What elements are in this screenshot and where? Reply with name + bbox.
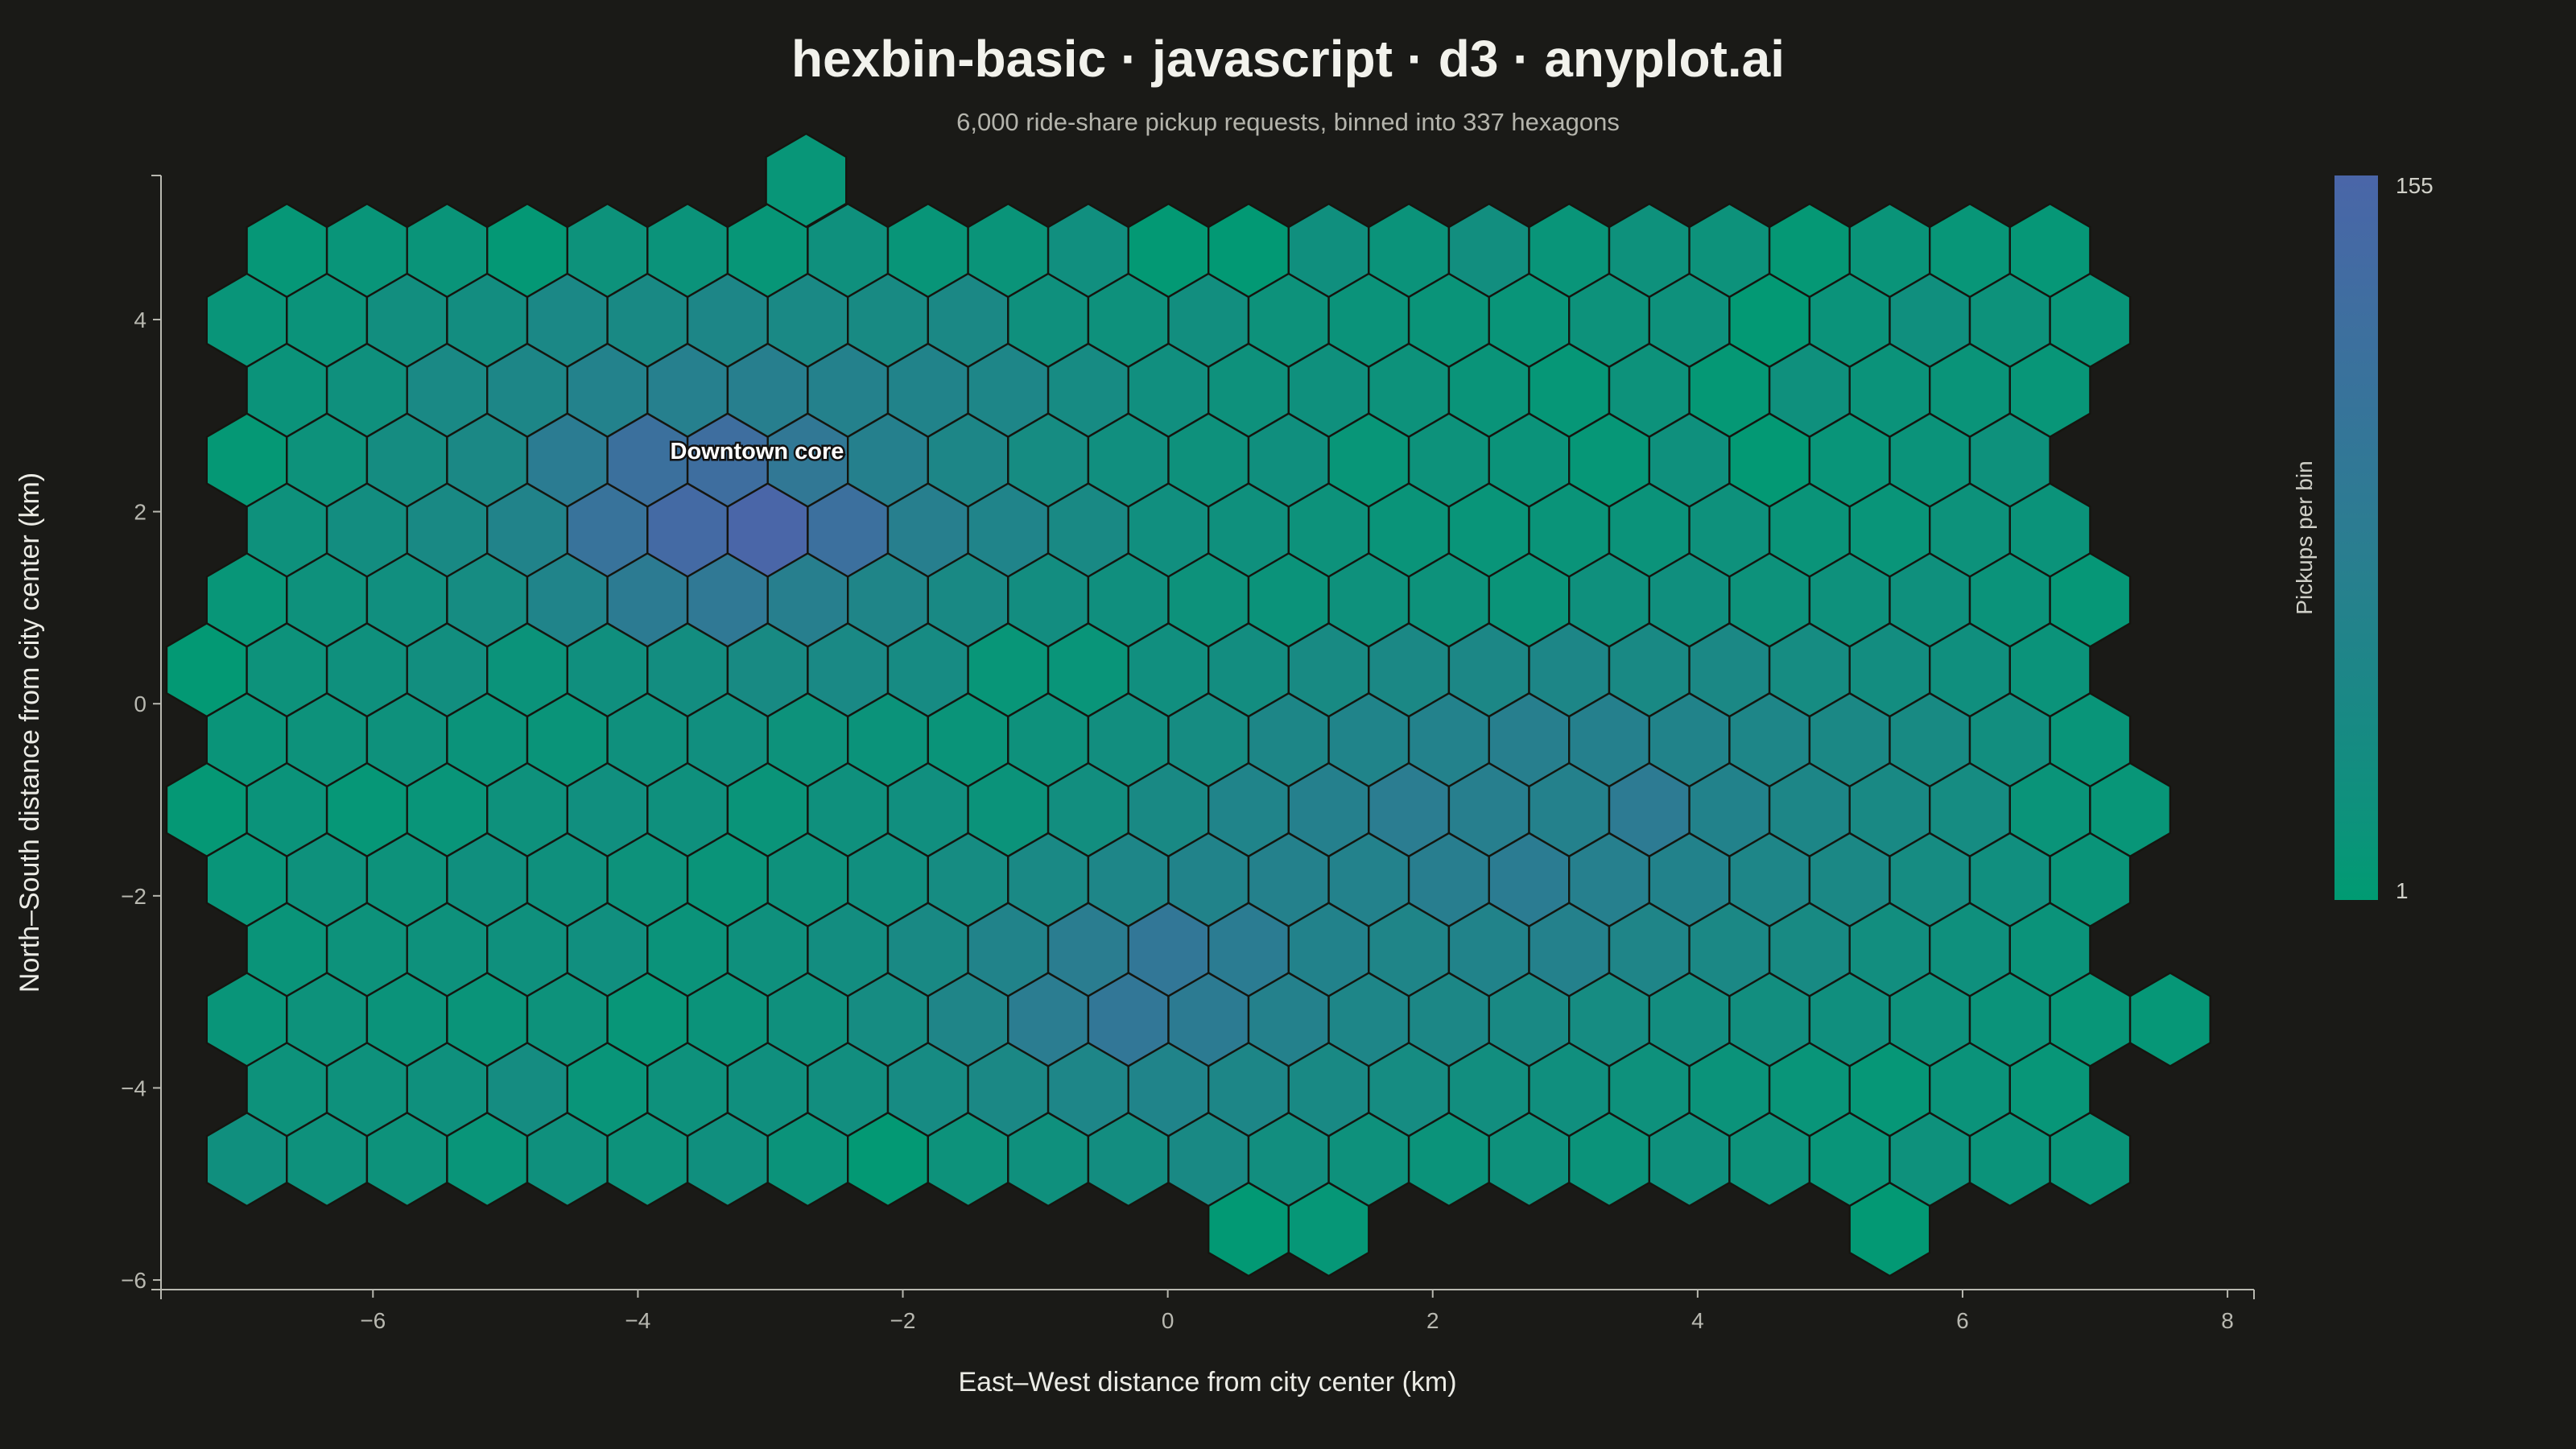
hex-layer: [165, 132, 2211, 1278]
colorbar: 155 1 Pickups per bin: [2292, 173, 2434, 903]
y-tick-label: −4: [121, 1075, 147, 1100]
y-tick-label: 2: [134, 500, 147, 525]
hex-bin: [2128, 972, 2211, 1067]
y-tick-label: 4: [134, 308, 147, 332]
annotation-label: Downtown core: [671, 439, 844, 464]
x-tick-label: 0: [1162, 1308, 1174, 1333]
y-tick-label: −6: [121, 1268, 147, 1293]
annotation-layer: Downtown core: [668, 436, 846, 466]
y-tick-label: 0: [134, 691, 147, 716]
x-tick-label: −4: [625, 1308, 650, 1333]
y-axis-label: North–South distance from city center (k…: [14, 473, 45, 993]
colorbar-min-label: 1: [2396, 878, 2409, 903]
x-tick-label: 4: [1691, 1308, 1704, 1333]
x-tick-label: 8: [2221, 1308, 2234, 1333]
colorbar-gradient: [2334, 175, 2378, 900]
x-tick-label: −6: [360, 1308, 386, 1333]
x-tick-label: 6: [1956, 1308, 1969, 1333]
x-tick-label: −2: [890, 1308, 916, 1333]
x-axis-label: East–West distance from city center (km): [958, 1367, 1456, 1397]
y-tick-label: −2: [121, 884, 147, 909]
x-tick-label: 2: [1426, 1308, 1439, 1333]
colorbar-max-label: 155: [2396, 173, 2434, 198]
hexbin-plot: −6 −4 −2 0 2 4 6 8 −6 −4 −2 0 2 4 Downtown core 155 1 P…: [14, 132, 2434, 1397]
colorbar-title: Pickups per bin: [2292, 460, 2317, 614]
